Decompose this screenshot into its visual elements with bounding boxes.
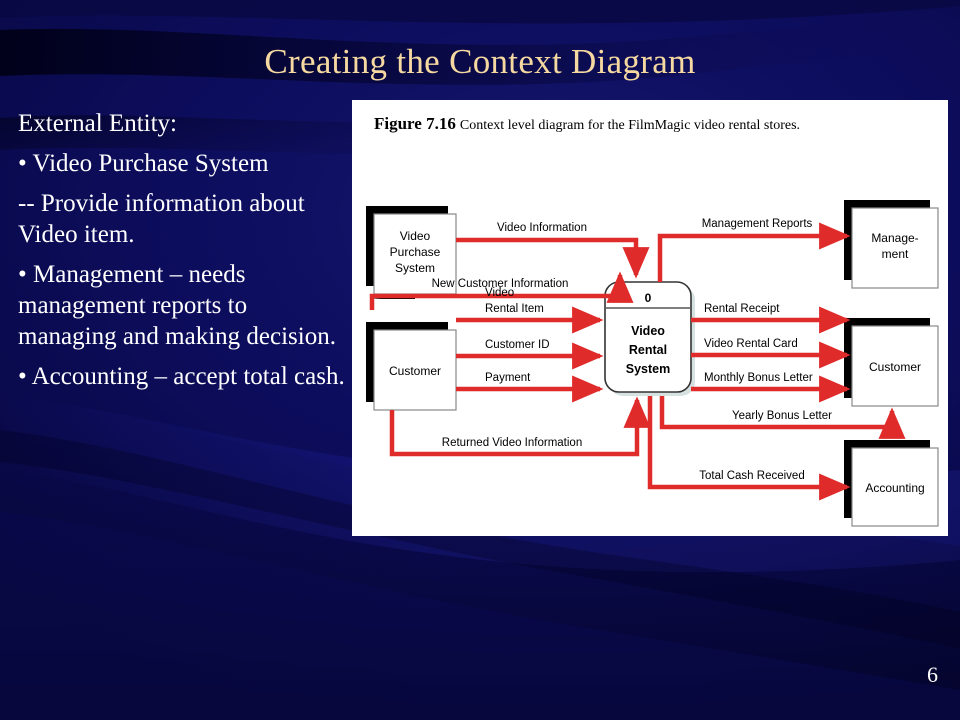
flow-management-reports: Management Reports [657, 218, 851, 282]
context-level-dataflow-diagram: Video Purchase System Customer Manage- m… [366, 200, 939, 527]
flow-video-rental-item: Video Rental Item [456, 287, 604, 334]
flow-label: Payment [485, 372, 531, 384]
figure-number: Figure 7.16 [374, 114, 456, 133]
process-number: 0 [645, 291, 652, 305]
bullet-item-video-purchase-system: • Video Purchase System [18, 150, 269, 177]
presentation-slide: Creating the Context Diagram External En… [0, 0, 960, 720]
entity-label-line: System [395, 261, 435, 275]
flow-label: Returned Video Information [442, 437, 582, 449]
flow-label: Video Information [497, 222, 587, 234]
entity-management: Manage- ment [844, 200, 939, 289]
entity-label-line: Purchase [390, 245, 441, 259]
page-title: Creating the Context Diagram [264, 42, 696, 81]
process-label-line: Rental [629, 343, 667, 357]
entity-label-line: Accounting [865, 481, 924, 495]
bullet-list: External Entity: • Video Purchase System… [18, 108, 348, 401]
flow-label: Rental Receipt [704, 303, 780, 315]
flow-monthly-bonus-letter: Monthly Bonus Letter [691, 372, 851, 403]
slide-number: 6 [927, 662, 938, 687]
figure-caption: Figure 7.16 Context level diagram for th… [374, 114, 800, 134]
figure-caption-text: Context level diagram for the FilmMagic … [459, 118, 801, 133]
entity-label-line: ment [882, 247, 909, 261]
flow-video-rental-card: Video Rental Card [691, 338, 851, 369]
figure-panel: Figure 7.16 Context level diagram for th… [352, 100, 948, 536]
process-video-rental-system: 0 Video Rental System [604, 281, 695, 396]
bullet-item-heading: External Entity: [18, 110, 177, 137]
flow-label: Management Reports [702, 218, 813, 230]
flow-label: Video Rental Card [704, 338, 798, 350]
entity-accounting: Accounting [844, 440, 939, 527]
flow-label: Total Cash Received [699, 470, 804, 482]
process-label-line: Video [631, 324, 665, 338]
entity-label-line: Manage- [871, 231, 918, 245]
bullet-item-provide-information: -- Provide information about Video item. [18, 190, 305, 248]
flow-label: Yearly Bonus Letter [732, 410, 832, 422]
flow-label: Video [485, 287, 514, 299]
flow-payment: Payment [456, 372, 604, 403]
bullet-item-accounting: • Accounting – accept total cash. [18, 363, 345, 390]
flow-rental-receipt: Rental Receipt [691, 303, 851, 334]
flow-label: Rental Item [485, 303, 544, 315]
process-label-line: System [626, 362, 670, 376]
entity-customer-left: Customer [366, 322, 457, 411]
entity-label-line: Video [400, 229, 431, 243]
flow-label: Monthly Bonus Letter [704, 372, 813, 384]
entity-label-line: Customer [389, 364, 441, 378]
flow-customer-id: Customer ID [456, 339, 604, 370]
entity-label-line: Customer [869, 360, 921, 374]
entity-customer-right: Customer [844, 318, 939, 407]
bullet-item-management: • Management – needs management reports … [18, 261, 336, 350]
flow-label: Customer ID [485, 339, 550, 351]
flow-video-information: Video Information [456, 222, 650, 279]
